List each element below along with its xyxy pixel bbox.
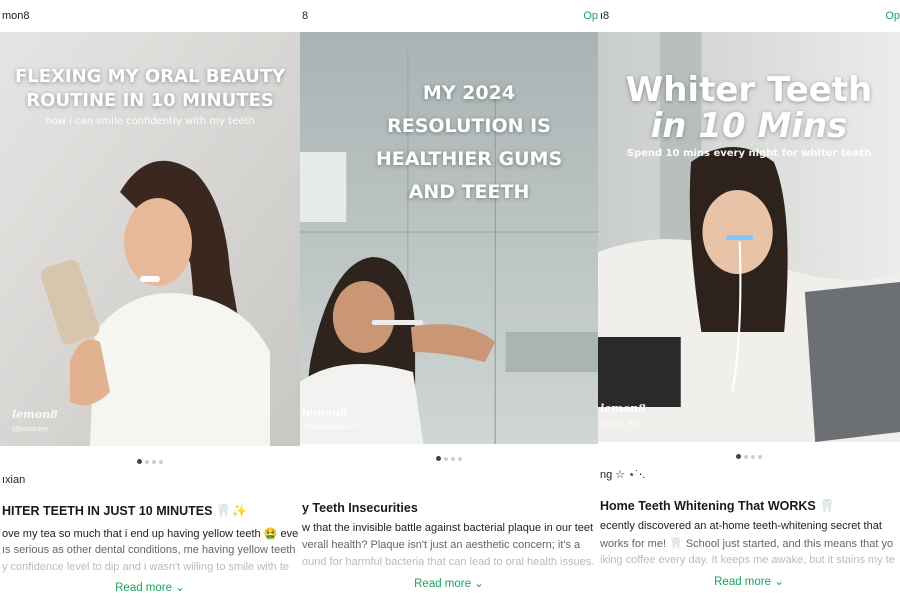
carousel-dot bbox=[145, 459, 149, 464]
post-body-line-1: ecently discovered an at-home teeth-whit… bbox=[600, 520, 882, 532]
overlay-title-line-1: FLEXING MY ORAL BEAUTY bbox=[14, 66, 286, 87]
post-image[interactable]: Whiter Teeth in 10 Mins Spend 10 mins ev… bbox=[598, 32, 900, 442]
author-handle-watermark: @natashatanonnn bbox=[302, 424, 360, 431]
overlay-title-line-4: AND TEETH bbox=[408, 181, 530, 203]
post-header: ı8 Op bbox=[598, 10, 900, 24]
read-more-label: Read more bbox=[115, 582, 173, 594]
post-card-2[interactable]: 8 MY 2024 RESOLUTION IS HEALTHIER GUMS A… bbox=[300, 0, 598, 600]
author-handle-watermark: @joyce_ngc bbox=[600, 420, 639, 427]
chevron-down-icon: ⌄ bbox=[175, 582, 185, 594]
author-name[interactable]: mon8 bbox=[2, 10, 30, 22]
post-image[interactable]: FLEXING MY ORAL BEAUTY ROUTINE IN 10 MIN… bbox=[0, 32, 300, 446]
lemon8-watermark: lemon8 bbox=[600, 402, 646, 415]
post-header: mon8 bbox=[0, 10, 300, 24]
author-name[interactable]: 8 bbox=[302, 10, 308, 22]
post-title[interactable]: HITER TEETH IN JUST 10 MINUTES 🦷✨ bbox=[2, 504, 300, 519]
post-image[interactable]: MY 2024 RESOLUTION IS HEALTHIER GUMS AND… bbox=[300, 32, 598, 444]
carousel-dot bbox=[751, 454, 755, 459]
post-card-1[interactable]: mon8 FLEXING MY ORAL BEAUTY ROUTINE IN 1… bbox=[0, 0, 300, 600]
overlay-title-line-2: in 10 Mins bbox=[650, 106, 848, 146]
chevron-down-icon: ⌄ bbox=[474, 578, 484, 590]
read-more-link[interactable]: Read more ⌄ bbox=[300, 576, 598, 590]
carousel-dot bbox=[458, 456, 462, 461]
post-body-line-2: ıs serious as other dental conditions, m… bbox=[2, 544, 296, 556]
open-app-button[interactable]: Op bbox=[885, 10, 900, 22]
overlay-subtitle: now i can smile confidently with my teet… bbox=[45, 116, 255, 127]
lemon8-watermark: lemon8 bbox=[12, 408, 58, 421]
post-title[interactable]: Home Teeth Whitening That WORKS 🦷 bbox=[600, 499, 900, 514]
username[interactable]: ıxian bbox=[2, 474, 25, 486]
carousel-dot bbox=[744, 454, 748, 459]
post-body-line-3: ound for harmful bacteria that can lead … bbox=[302, 556, 595, 568]
post-body-line-2: works for me! 🦷 School just started, and… bbox=[600, 538, 894, 550]
post-body-line-3: y confidence level to dip and i wasn't w… bbox=[2, 561, 290, 573]
post-body-line-3: iking coffee every day. It keeps me awak… bbox=[600, 554, 895, 566]
open-app-button[interactable]: Op bbox=[583, 10, 598, 22]
carousel-dot bbox=[736, 454, 741, 460]
post-body-line-1: w that the invisible battle against bact… bbox=[302, 522, 594, 534]
carousel-dot bbox=[159, 459, 163, 464]
overlay-subtitle: Spend 10 mins every night for whiter tee… bbox=[626, 148, 872, 159]
carousel-dot bbox=[137, 459, 142, 465]
overlay-title-line-2: ROUTINE IN 10 MINUTES bbox=[26, 90, 274, 111]
overlay-title-line-3: HEALTHIER GUMS bbox=[375, 148, 563, 170]
overlay-title-line-1: Whiter Teeth bbox=[625, 70, 873, 110]
read-more-link[interactable]: Read more ⌄ bbox=[598, 574, 900, 588]
lemon8-watermark: lemon8 bbox=[302, 406, 348, 419]
username[interactable]: ng ☆ ⋆˙⋅. bbox=[600, 468, 645, 481]
overlay-title-line-1: MY 2024 bbox=[422, 82, 516, 104]
carousel-dot bbox=[436, 456, 441, 462]
carousel-indicator[interactable] bbox=[300, 450, 598, 462]
carousel-indicator[interactable] bbox=[0, 453, 300, 465]
overlay-title-line-2: RESOLUTION IS bbox=[387, 115, 551, 137]
post-body-line-2: verall health? Plaque isn't just an aest… bbox=[302, 539, 581, 551]
carousel-dot bbox=[758, 454, 762, 459]
post-body-line-1: ove my tea so much that i end up having … bbox=[2, 528, 299, 540]
read-more-link[interactable]: Read more ⌄ bbox=[0, 580, 300, 594]
read-more-label: Read more bbox=[414, 578, 472, 590]
carousel-dot bbox=[444, 456, 448, 461]
carousel-indicator[interactable] bbox=[598, 448, 900, 460]
read-more-label: Read more bbox=[714, 576, 772, 588]
chevron-down-icon: ⌄ bbox=[774, 576, 784, 588]
author-name[interactable]: ı8 bbox=[600, 10, 609, 22]
post-header: 8 bbox=[300, 10, 598, 24]
author-handle-watermark: @jiaxianlee bbox=[12, 426, 49, 433]
post-card-3[interactable]: ı8 Op Whiter Teeth in 10 Mins Spend 10 m… bbox=[598, 0, 900, 600]
carousel-dot bbox=[152, 459, 156, 464]
post-title[interactable]: y Teeth Insecurities bbox=[302, 501, 598, 515]
carousel-dot bbox=[451, 456, 455, 461]
